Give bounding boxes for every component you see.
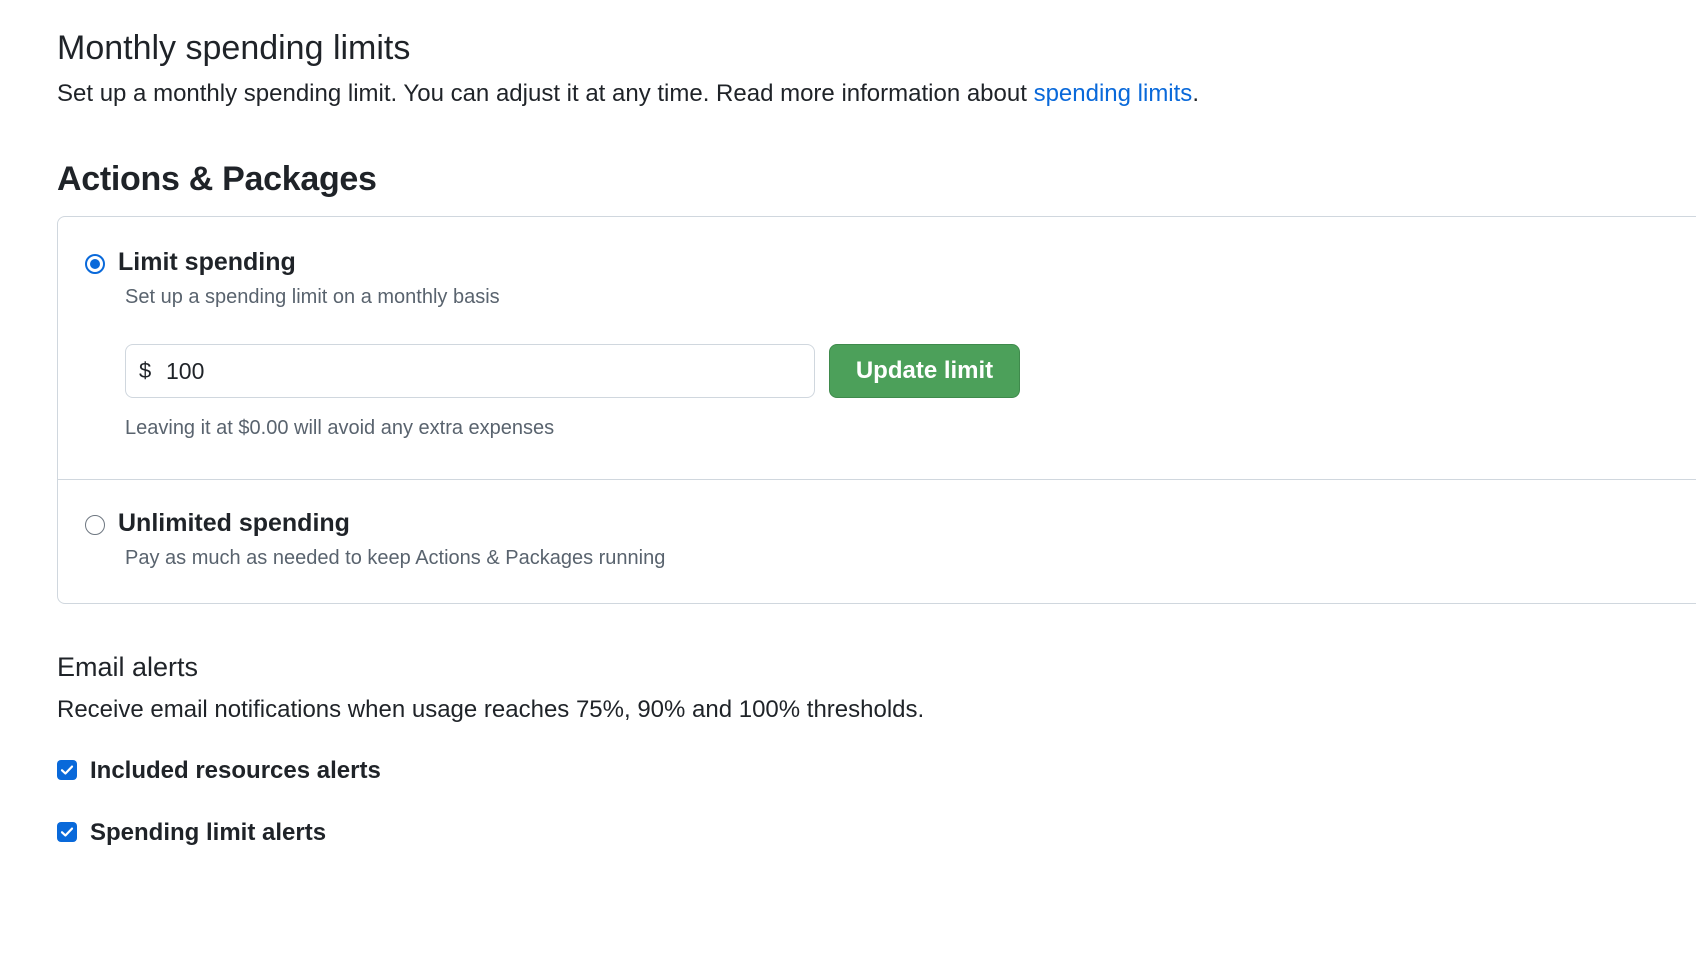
limit-spending-label[interactable]: Limit spending <box>118 247 296 277</box>
spending-limit-alerts-checkbox[interactable] <box>57 822 77 842</box>
checkmark-icon <box>60 827 74 837</box>
unlimited-spending-subtitle: Pay as much as needed to keep Actions & … <box>125 547 666 569</box>
spending-limit-alerts-label[interactable]: Spending limit alerts <box>90 818 326 848</box>
email-alerts-title: Email alerts <box>57 652 199 682</box>
monthly-spending-description: Set up a monthly spending limit. You can… <box>57 78 1199 110</box>
monthly-spending-title: Monthly spending limits <box>57 29 411 67</box>
limit-spending-radio[interactable] <box>85 254 105 274</box>
spending-limits-link[interactable]: spending limits <box>1034 80 1193 107</box>
limit-spending-subtitle: Set up a spending limit on a monthly bas… <box>125 286 500 308</box>
spending-options-box: Limit spending Set up a spending limit o… <box>57 216 1696 604</box>
currency-symbol: $ <box>139 358 152 383</box>
amount-value[interactable]: 100 <box>166 357 204 385</box>
checkmark-icon <box>60 765 74 775</box>
limit-hint: Leaving it at $0.00 will avoid any extra… <box>125 417 555 439</box>
update-limit-button[interactable]: Update limit <box>829 344 1020 398</box>
unlimited-spending-label[interactable]: Unlimited spending <box>118 508 350 538</box>
included-resources-label[interactable]: Included resources alerts <box>90 756 381 786</box>
spending-amount-input[interactable]: $ 100 <box>125 344 815 398</box>
options-divider <box>58 479 1696 480</box>
spending-limits-page: Monthly spending limits Set up a monthly… <box>0 0 1696 966</box>
monthly-description-text: Set up a monthly spending limit. You can… <box>57 80 1034 107</box>
email-alerts-description: Receive email notifications when usage r… <box>57 696 925 723</box>
monthly-description-suffix: . <box>1192 80 1199 107</box>
included-resources-checkbox[interactable] <box>57 760 77 780</box>
actions-packages-title: Actions & Packages <box>57 160 377 198</box>
unlimited-spending-radio[interactable] <box>85 515 105 535</box>
